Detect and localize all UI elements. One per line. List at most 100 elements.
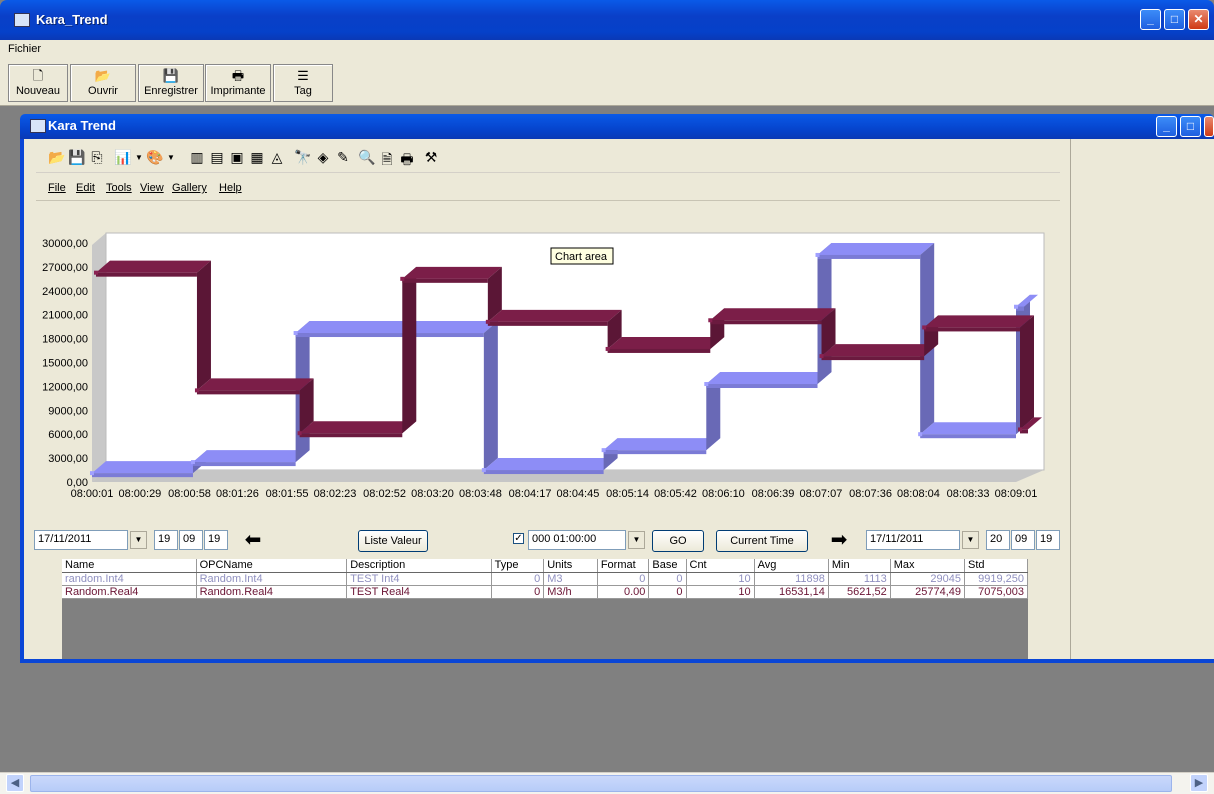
grid-header-format[interactable]: Format bbox=[597, 559, 650, 573]
table-cell[interactable]: 11898 bbox=[754, 572, 829, 586]
maximize-button[interactable]: □ bbox=[1164, 9, 1185, 30]
start-second-field[interactable]: 19 bbox=[204, 530, 228, 550]
next-period-button[interactable]: ➡ bbox=[816, 530, 862, 553]
data-grid-icon[interactable]: ▦ bbox=[248, 149, 266, 166]
table-cell[interactable]: 0.00 bbox=[597, 585, 650, 599]
table-cell[interactable]: Random.Int4 bbox=[196, 572, 348, 586]
chart-print-icon[interactable]: 🖶 bbox=[398, 149, 416, 173]
nouveau-button[interactable]: 🗋 Nouveau bbox=[8, 64, 68, 102]
inner-minimize-button[interactable]: _ bbox=[1156, 116, 1177, 137]
chart-save-icon[interactable]: 💾 bbox=[68, 149, 86, 166]
chart-menu-help[interactable]: Help bbox=[219, 182, 242, 194]
table-cell[interactable]: 7075,003 bbox=[964, 585, 1028, 599]
inner-close-button[interactable] bbox=[1204, 116, 1214, 137]
grid-header-base[interactable]: Base bbox=[648, 559, 687, 573]
liste-valeur-button[interactable]: Liste Valeur bbox=[358, 530, 428, 552]
series-ribbon-front bbox=[821, 356, 925, 361]
grid-header-type[interactable]: Type bbox=[491, 559, 545, 573]
interval-dropdown[interactable]: ▼ bbox=[628, 531, 645, 549]
grid-header-max[interactable]: Max bbox=[890, 559, 966, 573]
horizontal-grid-icon[interactable]: ▤ bbox=[208, 149, 226, 166]
scroll-left-button[interactable]: ◀ bbox=[6, 774, 24, 792]
grid-header-description[interactable]: Description bbox=[346, 559, 492, 573]
table-cell[interactable]: 0 bbox=[597, 572, 650, 586]
chart-menu-edit[interactable]: Edit bbox=[76, 182, 95, 194]
grid-header-min[interactable]: Min bbox=[828, 559, 891, 573]
print-preview-icon[interactable]: 🗎 bbox=[378, 149, 396, 173]
table-cell[interactable]: random.Int4 bbox=[62, 572, 197, 586]
end-minute-field[interactable]: 09 bbox=[1011, 530, 1035, 550]
table-cell[interactable]: 1113 bbox=[828, 572, 891, 586]
zoom-icon[interactable]: 🔍 bbox=[358, 149, 376, 166]
chart-open-icon[interactable]: 📂 bbox=[48, 149, 66, 166]
table-cell[interactable]: M3 bbox=[543, 572, 598, 586]
grid-header-units[interactable]: Units bbox=[543, 559, 598, 573]
start-date-dropdown[interactable]: ▼ bbox=[130, 531, 147, 549]
interval-field[interactable]: 000 01:00:00 bbox=[528, 530, 626, 550]
grid-header-opcname[interactable]: OPCName bbox=[196, 559, 348, 573]
scrollbar-thumb[interactable] bbox=[30, 775, 1172, 792]
previous-period-button[interactable]: ⬅ bbox=[230, 530, 276, 553]
table-cell[interactable]: 10 bbox=[686, 572, 755, 586]
table-cell[interactable]: 0 bbox=[648, 572, 687, 586]
current-time-button[interactable]: Current Time bbox=[716, 530, 808, 552]
interval-checkbox[interactable]: ✓ bbox=[513, 533, 524, 544]
chart-menu-tools[interactable]: Tools bbox=[106, 182, 132, 194]
chart-copy-icon[interactable]: ⎘ bbox=[88, 149, 106, 166]
go-button[interactable]: GO bbox=[652, 530, 704, 552]
table-cell[interactable]: 0 bbox=[491, 572, 545, 586]
start-hour-field[interactable]: 19 bbox=[154, 530, 178, 550]
start-date-field[interactable]: 17/11/2011 bbox=[34, 530, 128, 550]
grid-header-name[interactable]: Name bbox=[62, 559, 197, 573]
table-cell[interactable]: 29045 bbox=[890, 572, 966, 586]
tag-button[interactable]: ☰ Tag bbox=[273, 64, 333, 102]
series-ribbon-top bbox=[402, 266, 502, 279]
minimize-button[interactable]: _ bbox=[1140, 9, 1161, 30]
start-minute-field[interactable]: 09 bbox=[179, 530, 203, 550]
trend-chart[interactable]: 0,003000,006000,009000,0012000,0015000,0… bbox=[36, 201, 1060, 521]
table-cell[interactable]: 25774,49 bbox=[890, 585, 966, 599]
table-row[interactable]: Random.Real4 Random.Real4 TEST Real4 0 M3/h 0… bbox=[62, 585, 1028, 599]
table-row[interactable]: random.Int4 Random.Int4 TEST Int4 0 M3 0 0 10 11… bbox=[62, 572, 1028, 586]
tools-icon[interactable]: ⚒ bbox=[422, 149, 440, 166]
table-cell[interactable]: M3/h bbox=[543, 585, 598, 599]
binoculars-icon[interactable]: 🔭 bbox=[294, 149, 312, 166]
right-empty-panel bbox=[1070, 139, 1214, 659]
table-cell[interactable]: TEST Int4 bbox=[346, 572, 492, 586]
chevron-down-icon[interactable]: ▼ bbox=[162, 153, 180, 162]
table-cell[interactable]: 9919,250 bbox=[964, 572, 1028, 586]
table-cell[interactable]: 16531,14 bbox=[754, 585, 829, 599]
table-cell[interactable]: Random.Real4 bbox=[196, 585, 348, 599]
3d-view-icon[interactable]: ◬ bbox=[268, 149, 286, 166]
chart-menu-file[interactable]: File bbox=[48, 182, 66, 194]
menu-fichier[interactable]: Fichier bbox=[8, 43, 41, 55]
grid-header-cnt[interactable]: Cnt bbox=[686, 559, 755, 573]
ouvrir-button[interactable]: 📂 Ouvrir bbox=[70, 64, 136, 102]
inner-window-titlebar[interactable] bbox=[20, 114, 1214, 139]
grid-header-std[interactable]: Std bbox=[964, 559, 1028, 573]
table-cell[interactable]: 10 bbox=[686, 585, 755, 599]
x-tick-label: 08:09:01 bbox=[995, 488, 1038, 500]
end-date-field[interactable]: 17/11/2011 bbox=[866, 530, 960, 550]
grid-header-avg[interactable]: Avg bbox=[754, 559, 829, 573]
vertical-grid-icon[interactable]: ▥ bbox=[188, 149, 206, 166]
chart-menu-view[interactable]: View bbox=[140, 182, 164, 194]
end-second-field[interactable]: 19 bbox=[1036, 530, 1060, 550]
legend-icon[interactable]: ▣ bbox=[228, 149, 246, 166]
table-cell[interactable]: Random.Real4 bbox=[62, 585, 197, 599]
rotate-icon[interactable]: ◈ bbox=[314, 149, 332, 166]
enregistrer-button[interactable]: 💾 Enregistrer bbox=[138, 64, 204, 102]
window-titlebar[interactable] bbox=[0, 0, 1214, 40]
chart-menu-gallery[interactable]: Gallery bbox=[172, 182, 207, 194]
imprimante-button[interactable]: 🖶 Imprimante bbox=[205, 64, 271, 102]
table-cell[interactable]: 5621,52 bbox=[828, 585, 891, 599]
inner-maximize-button[interactable]: □ bbox=[1180, 116, 1201, 137]
end-date-dropdown[interactable]: ▼ bbox=[962, 531, 979, 549]
scroll-right-button[interactable]: ▶ bbox=[1190, 774, 1208, 792]
table-cell[interactable]: 0 bbox=[648, 585, 687, 599]
table-cell[interactable]: 0 bbox=[491, 585, 545, 599]
table-cell[interactable]: TEST Real4 bbox=[346, 585, 492, 599]
close-button[interactable]: ✕ bbox=[1188, 9, 1209, 30]
properties-icon[interactable]: ✎ bbox=[334, 149, 352, 166]
end-hour-field[interactable]: 20 bbox=[986, 530, 1010, 550]
